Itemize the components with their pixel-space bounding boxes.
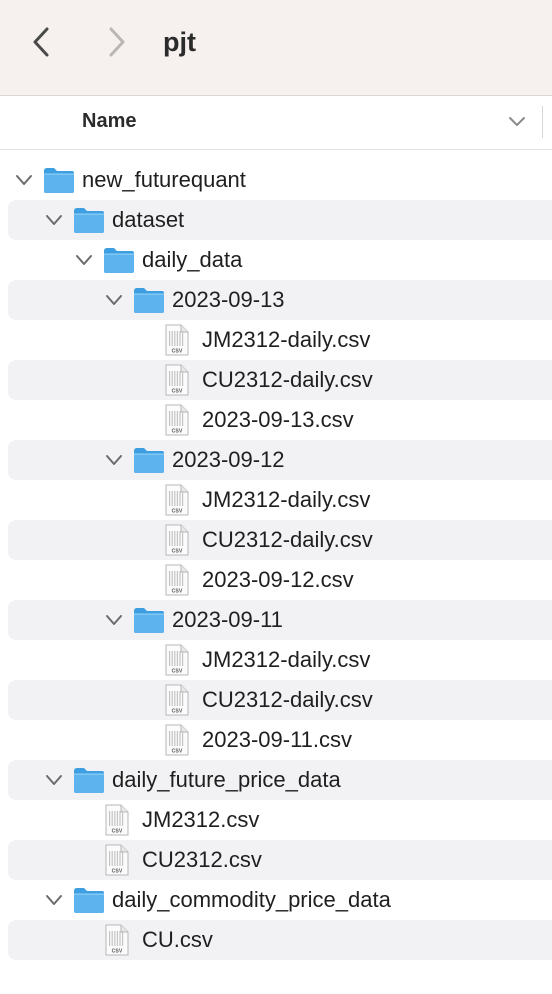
- csv-file-icon: CSV: [165, 564, 189, 596]
- chevron-down-icon[interactable]: [14, 170, 34, 190]
- tree-item-label: 2023-09-12.csv: [202, 567, 354, 592]
- chevron-down-icon[interactable]: [104, 610, 124, 630]
- svg-text:CSV: CSV: [172, 749, 183, 755]
- folder-icon: [134, 288, 164, 313]
- svg-text:CSV: CSV: [112, 949, 123, 955]
- tree-item-label: 2023-09-13: [172, 287, 285, 312]
- chevron-down-icon[interactable]: [104, 450, 124, 470]
- csv-file-icon: CSV: [165, 724, 189, 756]
- tree-item-label: 2023-09-11.csv: [202, 727, 353, 752]
- tree-item-label: CU2312-daily.csv: [202, 687, 373, 712]
- name-column-header[interactable]: Name: [82, 96, 136, 146]
- tree-item-label: daily_commodity_price_data: [112, 887, 391, 912]
- tree-row-file[interactable]: CSV 2023-09-11.csv: [0, 720, 552, 760]
- csv-file-icon: CSV: [165, 364, 189, 396]
- tree-row-file[interactable]: CSV CU2312.csv: [0, 840, 552, 880]
- svg-text:CSV: CSV: [172, 349, 183, 355]
- chevron-down-icon[interactable]: [44, 770, 64, 790]
- tree-item-label: 2023-09-11: [172, 607, 283, 632]
- tree-row-file[interactable]: CSV CU2312-daily.csv: [0, 360, 552, 400]
- csv-file-icon: CSV: [165, 404, 189, 436]
- svg-text:CSV: CSV: [112, 869, 123, 875]
- tree-row-file[interactable]: CSV JM2312.csv: [0, 800, 552, 840]
- folder-icon: [44, 168, 74, 193]
- tree-item-label: JM2312-daily.csv: [202, 487, 371, 512]
- folder-icon: [74, 208, 104, 233]
- tree-item-label: JM2312-daily.csv: [202, 327, 371, 352]
- svg-text:CSV: CSV: [172, 669, 183, 675]
- chevron-down-icon[interactable]: [74, 250, 94, 270]
- tree-row-folder[interactable]: daily_data: [0, 240, 552, 280]
- back-button[interactable]: [22, 22, 62, 62]
- tree-item-label: CU2312-daily.csv: [202, 527, 373, 552]
- folder-icon: [134, 448, 164, 473]
- svg-text:CSV: CSV: [172, 429, 183, 435]
- folder-icon: [74, 888, 104, 913]
- folder-icon: [134, 608, 164, 633]
- tree-item-label: JM2312.csv: [142, 807, 260, 832]
- csv-file-icon: CSV: [105, 924, 129, 956]
- tree-item-label: CU.csv: [142, 927, 213, 952]
- chevron-down-icon[interactable]: [44, 210, 64, 230]
- tree-item-label: CU2312-daily.csv: [202, 367, 373, 392]
- tree-item-label: daily_future_price_data: [112, 767, 341, 792]
- tree-row-file[interactable]: CSV 2023-09-12.csv: [0, 560, 552, 600]
- tree-row-folder[interactable]: 2023-09-12: [0, 440, 552, 480]
- window-title: pjt: [163, 27, 196, 57]
- csv-file-icon: CSV: [165, 644, 189, 676]
- svg-text:CSV: CSV: [172, 509, 183, 515]
- svg-text:CSV: CSV: [172, 589, 183, 595]
- column-header: Name: [0, 96, 552, 150]
- tree-row-file[interactable]: CSV JM2312-daily.csv: [0, 640, 552, 680]
- chevron-down-icon[interactable]: [44, 890, 64, 910]
- svg-text:CSV: CSV: [172, 389, 183, 395]
- tree-item-label: 2023-09-13.csv: [202, 407, 354, 432]
- tree-item-label: JM2312-daily.csv: [202, 647, 371, 672]
- svg-text:CSV: CSV: [112, 829, 123, 835]
- tree-item-label: dataset: [112, 207, 185, 232]
- svg-text:CSV: CSV: [172, 549, 183, 555]
- csv-file-icon: CSV: [165, 684, 189, 716]
- chevron-down-icon[interactable]: [507, 112, 527, 132]
- csv-file-icon: CSV: [165, 524, 189, 556]
- folder-icon: [104, 248, 134, 273]
- tree-row-file[interactable]: CSV CU2312-daily.csv: [0, 680, 552, 720]
- toolbar: pjt: [0, 0, 552, 96]
- tree-row-folder[interactable]: 2023-09-11: [0, 600, 552, 640]
- csv-file-icon: CSV: [165, 324, 189, 356]
- column-divider[interactable]: [542, 106, 543, 138]
- tree-row-folder[interactable]: new_futurequant: [0, 160, 552, 200]
- tree-row-folder[interactable]: daily_future_price_data: [0, 760, 552, 800]
- chevron-left-icon: [33, 27, 49, 57]
- csv-file-icon: CSV: [165, 484, 189, 516]
- csv-file-icon: CSV: [105, 844, 129, 876]
- tree-item-label: daily_data: [142, 247, 243, 272]
- tree-row-folder[interactable]: 2023-09-13: [0, 280, 552, 320]
- tree-row-folder[interactable]: dataset: [0, 200, 552, 240]
- tree-row-file[interactable]: CSV JM2312-daily.csv: [0, 480, 552, 520]
- tree-row-file[interactable]: CSV CU2312-daily.csv: [0, 520, 552, 560]
- file-tree: new_futurequantdataset daily_data 2023-09-…: [0, 160, 552, 960]
- chevron-right-icon: [109, 27, 125, 57]
- tree-row-file[interactable]: CSV JM2312-daily.csv: [0, 320, 552, 360]
- svg-text:CSV: CSV: [172, 709, 183, 715]
- chevron-down-icon[interactable]: [104, 290, 124, 310]
- tree-row-folder[interactable]: daily_commodity_price_data: [0, 880, 552, 920]
- csv-file-icon: CSV: [105, 804, 129, 836]
- tree-row-file[interactable]: CSV 2023-09-13.csv: [0, 400, 552, 440]
- tree-item-label: new_futurequant: [82, 167, 246, 192]
- tree-item-label: CU2312.csv: [142, 847, 262, 872]
- tree-item-label: 2023-09-12: [172, 447, 285, 472]
- folder-icon: [74, 768, 104, 793]
- tree-row-file[interactable]: CSV CU.csv: [0, 920, 552, 960]
- forward-button[interactable]: [96, 22, 136, 62]
